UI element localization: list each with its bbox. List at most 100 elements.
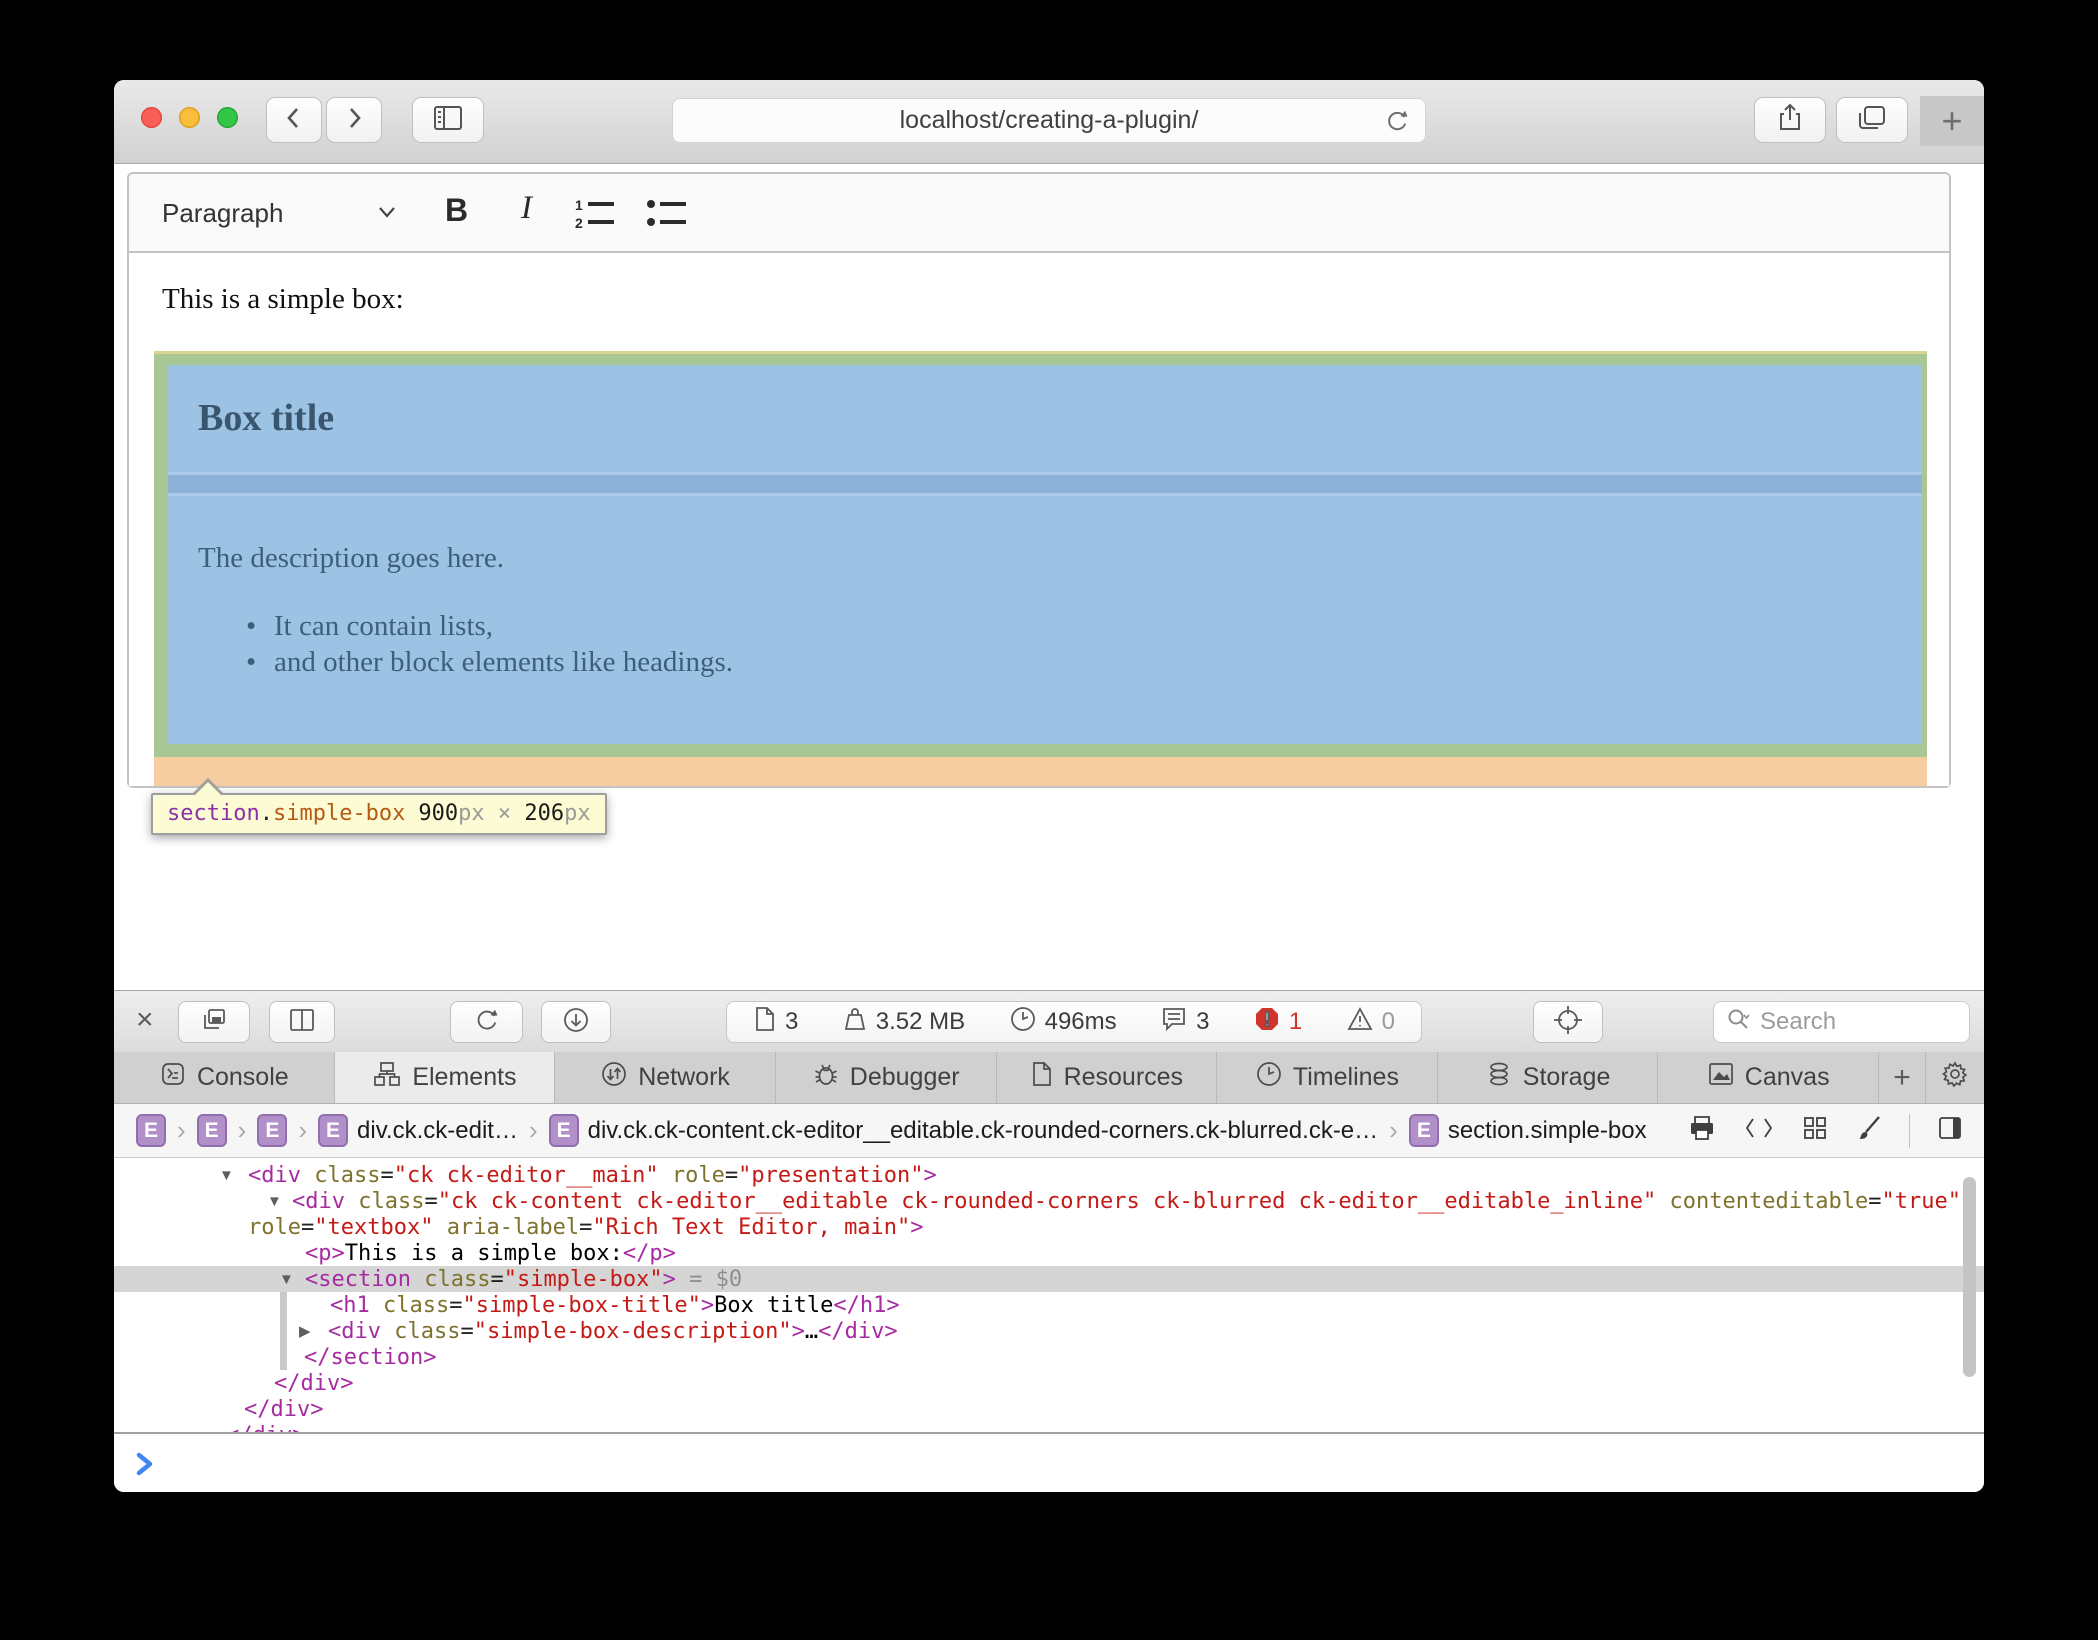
- inspected-element-padding-highlight: Box title The description goes here. • I…: [154, 351, 1927, 757]
- tab-network[interactable]: Network: [555, 1052, 776, 1103]
- download-icon: [561, 1005, 591, 1040]
- disclosure-closed-icon[interactable]: ▶: [299, 1318, 311, 1345]
- warning-count-badge[interactable]: 0: [1346, 1005, 1395, 1040]
- load-time-badge[interactable]: 496ms: [1009, 1005, 1117, 1040]
- devtools-close-button[interactable]: ×: [136, 1003, 154, 1037]
- bullet-glyph: •: [246, 646, 256, 679]
- divider: [1909, 1114, 1910, 1148]
- share-button[interactable]: [1754, 97, 1826, 143]
- tab-resources[interactable]: Resources: [997, 1052, 1218, 1103]
- console-prompt[interactable]: [114, 1432, 1984, 1492]
- add-tab-button[interactable]: +: [1879, 1052, 1926, 1103]
- code-line[interactable]: ▶<div class="simple-box-description">…</…: [114, 1318, 1984, 1344]
- paragraph-dropdown[interactable]: Paragraph: [162, 198, 283, 229]
- bullet-glyph: •: [246, 610, 256, 643]
- element-badge[interactable]: E: [257, 1114, 287, 1147]
- element-size-tooltip: section.simple-box900px × 206px: [151, 793, 607, 835]
- list-item[interactable]: • It can contain lists,: [274, 610, 493, 643]
- devtools-search-input[interactable]: Search: [1713, 1001, 1970, 1043]
- disclosure-open-icon[interactable]: ▼: [267, 1188, 282, 1215]
- devtools-toolbar: ×: [114, 990, 1984, 1052]
- tab-elements[interactable]: Elements: [335, 1052, 556, 1103]
- breadcrumb-separator: ›: [298, 1115, 307, 1146]
- detach-devtools-button[interactable]: [178, 1001, 250, 1043]
- code-line[interactable]: ▼<div class="ck ck-editor__main" role="p…: [114, 1162, 1984, 1188]
- rich-text-editor: Paragraph B I 1 2: [127, 172, 1951, 788]
- code-line-selected[interactable]: ▼<section class="simple-box"> = $0: [114, 1266, 1984, 1292]
- tab-canvas[interactable]: Canvas: [1658, 1052, 1879, 1103]
- inspected-element-bottom-margin-highlight: [154, 757, 1927, 786]
- bulleted-list-icon: [645, 196, 691, 230]
- close-window-button[interactable]: [141, 107, 162, 128]
- disclosure-open-icon[interactable]: ▼: [279, 1266, 294, 1293]
- code-line[interactable]: <h1 class="simple-box-title">Box title</…: [114, 1292, 1984, 1318]
- tab-storage[interactable]: Storage: [1438, 1052, 1659, 1103]
- resource-count-badge[interactable]: 3: [753, 1005, 798, 1040]
- breadcrumb-item[interactable]: E div.ck.ck-edit…: [318, 1114, 518, 1147]
- chevron-down-icon[interactable]: [374, 202, 400, 227]
- dom-breadcrumb-bar: E › E › E › E div.ck.ck-edit… › E div.ck…: [114, 1104, 1984, 1158]
- code-line[interactable]: ▼<div class="ck ck-content ck-editor__ed…: [114, 1188, 1984, 1214]
- transfer-size-badge[interactable]: 3.52 MB: [842, 1005, 965, 1040]
- code-line[interactable]: <p>This is a simple box:</p>: [114, 1240, 1984, 1266]
- tab-debugger[interactable]: Debugger: [776, 1052, 997, 1103]
- resource-summary-bar[interactable]: 3 3.52 MB 496ms 3: [726, 1001, 1422, 1043]
- console-message-badge[interactable]: 3: [1160, 1005, 1209, 1040]
- box-title-heading[interactable]: Box title: [198, 396, 334, 440]
- element-badge: E: [1409, 1114, 1439, 1147]
- clock-icon: [1255, 1060, 1283, 1095]
- svg-text:1: 1: [575, 197, 583, 213]
- show-all-tabs-button[interactable]: [1836, 97, 1908, 143]
- sidebar-icon: [431, 104, 465, 137]
- italic-button[interactable]: I: [521, 190, 532, 227]
- grid-overlay-icon[interactable]: [1801, 1114, 1829, 1147]
- bulleted-list-button[interactable]: [645, 196, 691, 235]
- new-tab-button[interactable]: +: [1920, 96, 1984, 146]
- url-text: localhost/creating-a-plugin/: [900, 106, 1199, 135]
- tab-timelines[interactable]: Timelines: [1217, 1052, 1438, 1103]
- minimize-window-button[interactable]: [179, 107, 200, 128]
- details-sidebar-toggle-icon[interactable]: [1936, 1114, 1964, 1147]
- forward-button[interactable]: [326, 97, 382, 143]
- reload-icon[interactable]: [1383, 107, 1411, 140]
- vertical-scrollbar[interactable]: [1963, 1177, 1976, 1377]
- element-badge: E: [318, 1114, 348, 1147]
- box-description-text[interactable]: The description goes here.: [198, 542, 504, 575]
- disclosure-open-icon[interactable]: ▼: [219, 1162, 234, 1189]
- back-button[interactable]: [266, 97, 322, 143]
- styles-brush-icon[interactable]: [1855, 1114, 1883, 1147]
- code-line[interactable]: </div>: [114, 1396, 1984, 1422]
- intro-paragraph[interactable]: This is a simple box:: [162, 283, 404, 316]
- sidebar-toggle-button[interactable]: [412, 97, 484, 143]
- breadcrumb-separator: ›: [238, 1115, 247, 1146]
- code-line[interactable]: </section>: [114, 1344, 1984, 1370]
- download-webpage-button[interactable]: [541, 1001, 611, 1043]
- print-styles-icon[interactable]: [1687, 1114, 1717, 1147]
- breadcrumb-item[interactable]: E div.ck.ck-content.ck-editor__editable.…: [549, 1114, 1379, 1147]
- dom-tree-panel[interactable]: ▼<div class="ck ck-editor__main" role="p…: [114, 1158, 1984, 1432]
- browser-viewport: Paragraph B I 1 2: [114, 164, 1984, 990]
- element-badge[interactable]: E: [136, 1114, 166, 1147]
- url-field[interactable]: localhost/creating-a-plugin/: [672, 98, 1426, 143]
- zoom-window-button[interactable]: [217, 107, 238, 128]
- error-count-badge[interactable]: 1: [1253, 1005, 1302, 1040]
- editor-toolbar: Paragraph B I 1 2: [129, 174, 1949, 253]
- tab-console[interactable]: Console: [114, 1052, 335, 1103]
- numbered-list-button[interactable]: 1 2: [573, 196, 619, 235]
- devtools-reload-button[interactable]: [450, 1001, 523, 1043]
- warning-triangle-icon: [1346, 1005, 1374, 1040]
- code-line[interactable]: role="textbox" aria-label="Rich Text Edi…: [114, 1214, 1984, 1240]
- element-picker-button[interactable]: [1533, 1001, 1603, 1043]
- dock-side-button[interactable]: [269, 1001, 335, 1043]
- list-item[interactable]: • and other block elements like headings…: [274, 646, 733, 679]
- breadcrumb-item-selected[interactable]: E section.simple-box: [1409, 1114, 1647, 1147]
- source-code-icon[interactable]: [1743, 1114, 1775, 1147]
- element-badge[interactable]: E: [197, 1114, 227, 1147]
- code-line[interactable]: </div>: [114, 1422, 1984, 1432]
- weight-icon: [842, 1005, 868, 1040]
- bold-button[interactable]: B: [445, 192, 468, 229]
- code-line[interactable]: </div>: [114, 1370, 1984, 1396]
- editor-content[interactable]: This is a simple box: Box title The desc…: [129, 253, 1949, 786]
- search-placeholder: Search: [1760, 1008, 1836, 1036]
- devtools-settings-button[interactable]: [1926, 1052, 1984, 1103]
